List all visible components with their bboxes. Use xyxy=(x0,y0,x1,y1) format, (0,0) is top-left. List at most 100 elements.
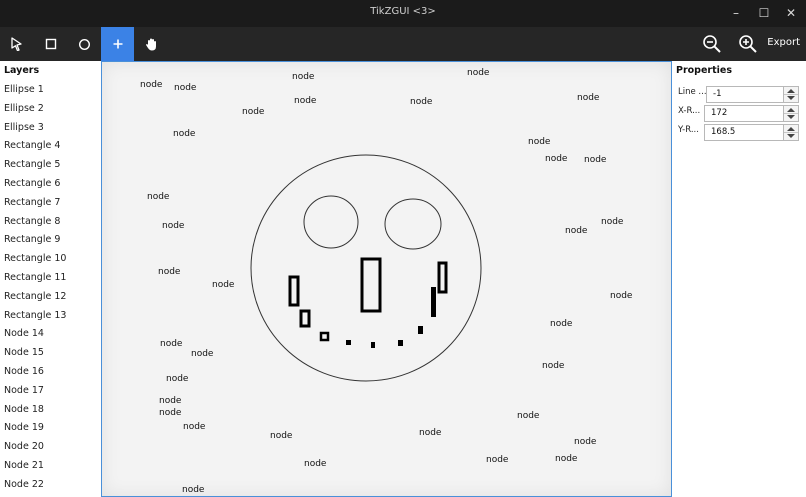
layer-item[interactable]: Rectangle 7 xyxy=(4,197,60,208)
node-label[interactable]: node xyxy=(419,428,441,438)
node-label[interactable]: node xyxy=(160,339,182,349)
mouth-rectangle-small[interactable] xyxy=(319,331,330,342)
window-title: TikZGUI <3> xyxy=(370,6,436,17)
mouth-dot-3[interactable] xyxy=(398,340,403,346)
maximize-button[interactable]: ☐ xyxy=(753,4,775,22)
node-label[interactable]: node xyxy=(555,454,577,464)
node-label[interactable]: node xyxy=(166,374,188,384)
line-width-spinner[interactable] xyxy=(783,86,799,103)
layer-item[interactable]: Rectangle 13 xyxy=(4,310,66,321)
layer-item[interactable]: Rectangle 8 xyxy=(4,216,60,227)
layer-item[interactable]: Node 20 xyxy=(4,441,44,452)
spin-up-icon[interactable] xyxy=(787,127,795,131)
left-eye-ellipse[interactable] xyxy=(303,195,359,249)
node-label[interactable]: node xyxy=(565,226,587,236)
layer-item[interactable]: Ellipse 3 xyxy=(4,122,44,133)
right-eye-ellipse[interactable] xyxy=(384,198,442,250)
node-label[interactable]: node xyxy=(191,349,213,359)
node-label[interactable]: node xyxy=(182,485,204,495)
layer-item[interactable]: Rectangle 12 xyxy=(4,291,66,302)
select-tool-button[interactable] xyxy=(0,27,33,61)
layer-item[interactable]: Node 18 xyxy=(4,404,44,415)
spin-up-icon[interactable] xyxy=(787,89,795,93)
layer-item[interactable]: Node 21 xyxy=(4,460,44,471)
layer-item[interactable]: Node 16 xyxy=(4,366,44,377)
node-label[interactable]: node xyxy=(183,422,205,432)
spin-down-icon[interactable] xyxy=(787,96,795,100)
add-node-tool-button[interactable] xyxy=(101,27,134,61)
node-label[interactable]: node xyxy=(528,137,550,147)
node-label[interactable]: node xyxy=(158,267,180,277)
mouth-dot-4[interactable] xyxy=(418,326,423,334)
layer-item[interactable]: Rectangle 5 xyxy=(4,159,60,170)
node-label[interactable]: node xyxy=(610,291,632,301)
line-width-input[interactable]: -1 xyxy=(706,86,786,103)
zoom-out-button[interactable] xyxy=(695,27,728,61)
node-label[interactable]: node xyxy=(517,411,539,421)
layer-item[interactable]: Node 14 xyxy=(4,328,44,339)
node-label[interactable]: node xyxy=(294,96,316,106)
drawing-canvas[interactable]: node node node node node node node node … xyxy=(101,61,672,497)
node-label[interactable]: node xyxy=(173,129,195,139)
layer-item[interactable]: Node 19 xyxy=(4,422,44,433)
node-label[interactable]: node xyxy=(550,319,572,329)
spin-down-icon[interactable] xyxy=(787,134,795,138)
node-label[interactable]: node xyxy=(542,361,564,371)
square-outline-icon xyxy=(45,38,56,50)
mouth-rectangle-right[interactable] xyxy=(437,261,448,294)
y-radius-input[interactable]: 168.5 xyxy=(704,124,784,141)
mouth-rectangle-left-short[interactable] xyxy=(299,309,311,328)
node-label[interactable]: node xyxy=(242,107,264,117)
layer-item[interactable]: Node 17 xyxy=(4,385,44,396)
y-radius-label: Y-R... xyxy=(678,125,699,135)
node-label[interactable]: node xyxy=(574,437,596,447)
node-label[interactable]: node xyxy=(304,459,326,469)
node-label[interactable]: node xyxy=(486,455,508,465)
ellipse-tool-button[interactable] xyxy=(68,27,101,61)
layer-item[interactable]: Rectangle 4 xyxy=(4,140,60,151)
layers-panel: Layers Ellipse 1 Ellipse 2 Ellipse 3 Rectan… xyxy=(0,61,101,497)
x-radius-spinner[interactable] xyxy=(783,105,799,122)
node-label[interactable]: node xyxy=(174,83,196,93)
spin-down-icon[interactable] xyxy=(787,115,795,119)
layer-item[interactable]: Rectangle 11 xyxy=(4,272,66,283)
x-radius-input[interactable]: 172 xyxy=(704,105,784,122)
node-label[interactable]: node xyxy=(162,221,184,231)
layer-item[interactable]: Rectangle 9 xyxy=(4,234,60,245)
mouth-dot-2[interactable] xyxy=(371,342,375,348)
layer-item[interactable]: Ellipse 1 xyxy=(4,84,44,95)
node-label[interactable]: node xyxy=(159,396,181,406)
minimize-button[interactable]: – xyxy=(725,4,747,22)
spin-up-icon[interactable] xyxy=(787,108,795,112)
y-radius-spinner[interactable] xyxy=(783,124,799,141)
zoom-in-button[interactable] xyxy=(731,27,764,61)
nose-rectangle[interactable] xyxy=(360,257,382,313)
layer-item[interactable]: Node 15 xyxy=(4,347,44,358)
node-label[interactable]: node xyxy=(410,97,432,107)
node-label[interactable]: node xyxy=(212,280,234,290)
zoom-in-icon xyxy=(738,35,757,53)
node-label[interactable]: node xyxy=(292,72,314,82)
toolbar: Export xyxy=(0,27,806,61)
pointer-arrow-icon xyxy=(10,37,22,51)
node-label[interactable]: node xyxy=(577,93,599,103)
close-button[interactable]: ✕ xyxy=(780,4,802,22)
pan-tool-button[interactable] xyxy=(135,27,168,61)
node-label[interactable]: node xyxy=(159,408,181,418)
layer-item[interactable]: Node 22 xyxy=(4,479,44,490)
mouth-bar-right[interactable] xyxy=(431,287,436,317)
node-label[interactable]: node xyxy=(270,431,292,441)
layer-item[interactable]: Ellipse 2 xyxy=(4,103,44,114)
layer-item[interactable]: Rectangle 10 xyxy=(4,253,66,264)
layer-item[interactable]: Rectangle 6 xyxy=(4,178,60,189)
export-button[interactable]: Export xyxy=(767,37,800,48)
mouth-rectangle-left-tall[interactable] xyxy=(288,275,300,307)
node-label[interactable]: node xyxy=(140,80,162,90)
node-label[interactable]: node xyxy=(545,154,567,164)
node-label[interactable]: node xyxy=(467,68,489,78)
mouth-dot-1[interactable] xyxy=(346,340,351,345)
rectangle-tool-button[interactable] xyxy=(34,27,67,61)
node-label[interactable]: node xyxy=(147,192,169,202)
node-label[interactable]: node xyxy=(601,217,623,227)
node-label[interactable]: node xyxy=(584,155,606,165)
